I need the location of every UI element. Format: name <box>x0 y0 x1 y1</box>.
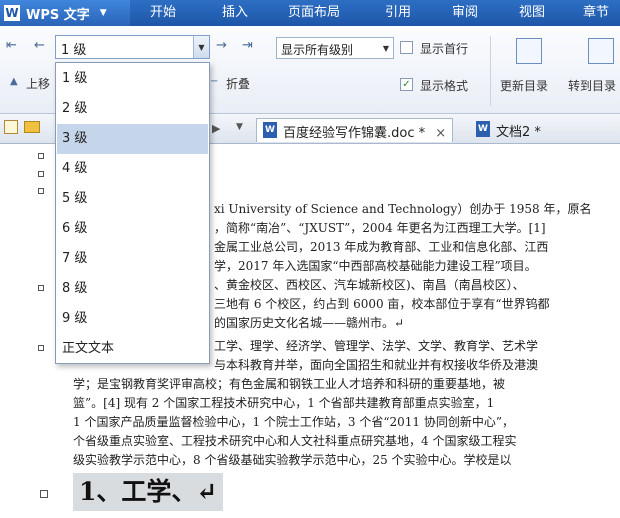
show-format-checkbox[interactable]: ✓ <box>400 78 413 91</box>
show-first-line-label: 显示首行 <box>420 42 469 56</box>
outline-level-dropdown: 1 级 2 级 3 级 4 级 5 级 6 级 7 级 8 级 9 级 正文文本 <box>55 62 210 364</box>
promote-to-heading1-icon[interactable]: ⇤ <box>6 38 17 53</box>
tab-list-icon[interactable]: ▼ <box>236 122 243 132</box>
show-first-line-checkbox[interactable] <box>400 41 413 54</box>
dropdown-item-level-5[interactable]: 5 级 <box>57 184 208 214</box>
tab-label: 百度经验写作锦囊.doc * <box>283 126 426 141</box>
outline-bullet[interactable] <box>38 188 44 194</box>
demote-icon[interactable]: → <box>216 38 227 53</box>
dropdown-item-level-9[interactable]: 9 级 <box>57 304 208 334</box>
promote-icon[interactable]: ← <box>34 38 45 53</box>
close-icon[interactable]: × <box>435 126 446 141</box>
update-toc-button[interactable]: 更新目录 <box>500 77 548 94</box>
outline-bullet[interactable] <box>38 345 44 351</box>
section-heading[interactable]: 1、工学、↵ <box>73 473 224 511</box>
doc-line: xi University of Science and Technology）… <box>214 202 592 216</box>
move-up-icon[interactable]: ▲ <box>10 76 18 87</box>
doc-line: 三地有 6 个校区，约占到 6000 亩，校本部位于享有“世界钨都 <box>214 297 550 311</box>
outline-bullet[interactable] <box>38 153 44 159</box>
dropdown-item-level-6[interactable]: 6 级 <box>57 214 208 244</box>
menu-home[interactable]: 开始 <box>150 0 176 26</box>
collapse-icon[interactable]: − <box>210 76 218 87</box>
chevron-down-icon[interactable]: ▼ <box>379 38 393 58</box>
dropdown-item-level-3[interactable]: 3 级 <box>57 124 208 154</box>
outline-bullet[interactable] <box>38 171 44 177</box>
dropdown-item-level-1[interactable]: 1 级 <box>57 64 208 94</box>
dropdown-item-level-4[interactable]: 4 级 <box>57 154 208 184</box>
show-format-label: 显示格式 <box>420 79 469 93</box>
wps-logo-icon: W <box>4 5 20 21</box>
outline-bullet[interactable] <box>38 285 44 291</box>
show-level-select[interactable]: 显示所有级别 ▼ <box>276 37 394 59</box>
tab-baidu-doc[interactable]: W 百度经验写作锦囊.doc * × <box>256 118 454 142</box>
goto-toc-icon[interactable] <box>588 38 614 64</box>
new-doc-icon[interactable] <box>4 120 18 134</box>
outline-level-select[interactable]: 1 级 ▼ <box>55 35 210 59</box>
menu-references[interactable]: 引用 <box>385 0 411 26</box>
menu-page-layout[interactable]: 页面布局 <box>288 0 340 26</box>
doc-line: 级实验教学示范中心，8 个省级基础实验教学示范中心，25 个实验中心。学校是以 <box>73 453 512 467</box>
app-name: WPS 文字 <box>26 7 90 23</box>
outline-bullet[interactable] <box>40 490 48 498</box>
outline-level-value: 1 级 <box>61 43 87 58</box>
menu-bar: W WPS 文字 ▼ 开始 插入 页面布局 引用 审阅 视图 章节 <box>0 0 620 26</box>
tab-doc2[interactable]: W 文档2 * <box>470 118 547 142</box>
doc-line: 金属工业总公司，2013 年成为教育部、工业和信息化部、江西 <box>214 240 549 254</box>
chevron-down-icon[interactable]: ▼ <box>193 36 209 58</box>
doc-line: 的国家历史文化名城——赣州市。↵ <box>214 316 405 330</box>
show-level-value: 显示所有级别 <box>281 43 354 57</box>
chevron-down-icon: ▼ <box>99 8 107 18</box>
doc-line: 个省级重点实验室、工程技术研究中心和人文社科重点研究基地，4 个国家级工程实 <box>73 434 517 448</box>
menu-chapter[interactable]: 章节 <box>583 0 609 26</box>
doc-line: 学；是宝钢教育奖评审高校；有色金属和钢铁工业人才培养和科研的重要基地，被 <box>73 377 506 391</box>
goto-toc-button[interactable]: 转到目录 <box>568 77 616 94</box>
doc-line: 学，2017 年入选国家“中西部高校基础能力建设工程”项目。 <box>214 259 537 273</box>
tab-label: 文档2 * <box>496 125 541 140</box>
collapse-button[interactable]: 折叠 <box>226 75 250 92</box>
menu-view[interactable]: 视图 <box>519 0 545 26</box>
menu-insert[interactable]: 插入 <box>222 0 248 26</box>
doc-line: ，简称“南冶”、“JXUST”，2004 年更名为江西理工大学。[1] <box>214 221 546 235</box>
dropdown-item-level-2[interactable]: 2 级 <box>57 94 208 124</box>
word-doc-icon: W <box>476 121 490 137</box>
update-toc-icon[interactable] <box>516 38 542 64</box>
move-up-button[interactable]: 上移 <box>26 75 50 92</box>
dropdown-item-level-8[interactable]: 8 级 <box>57 274 208 304</box>
doc-line: 与本科教育并举，面向全国招生和就业并有权接收华侨及港澳 <box>214 358 539 372</box>
dropdown-item-body-text[interactable]: 正文文本 <box>57 334 208 364</box>
doc-line: 、黄金校区、西校区、汽车城新校区)、南昌（南昌校区）、 <box>214 278 525 292</box>
menu-review[interactable]: 审阅 <box>452 0 478 26</box>
demote-to-body-icon[interactable]: ⇥ <box>242 38 253 53</box>
word-doc-icon: W <box>263 122 277 138</box>
open-folder-icon[interactable] <box>24 121 40 133</box>
dropdown-item-level-7[interactable]: 7 级 <box>57 244 208 274</box>
doc-line: 篮”。[4] 现有 2 个国家工程技术研究中心，1 个省部共建教育部重点实验室，… <box>73 396 495 410</box>
app-menu-button[interactable]: W WPS 文字 ▼ <box>0 0 130 26</box>
doc-line: 1 个国家产品质量监督检验中心，1 个院士工作站，3 个省“2011 协同创新中… <box>73 415 514 429</box>
tab-scroll-right-icon[interactable]: ▶ <box>212 122 220 135</box>
doc-line: 工学、理学、经济学、管理学、法学、文学、教育学、艺术学 <box>214 339 539 353</box>
ribbon-separator <box>490 36 491 106</box>
